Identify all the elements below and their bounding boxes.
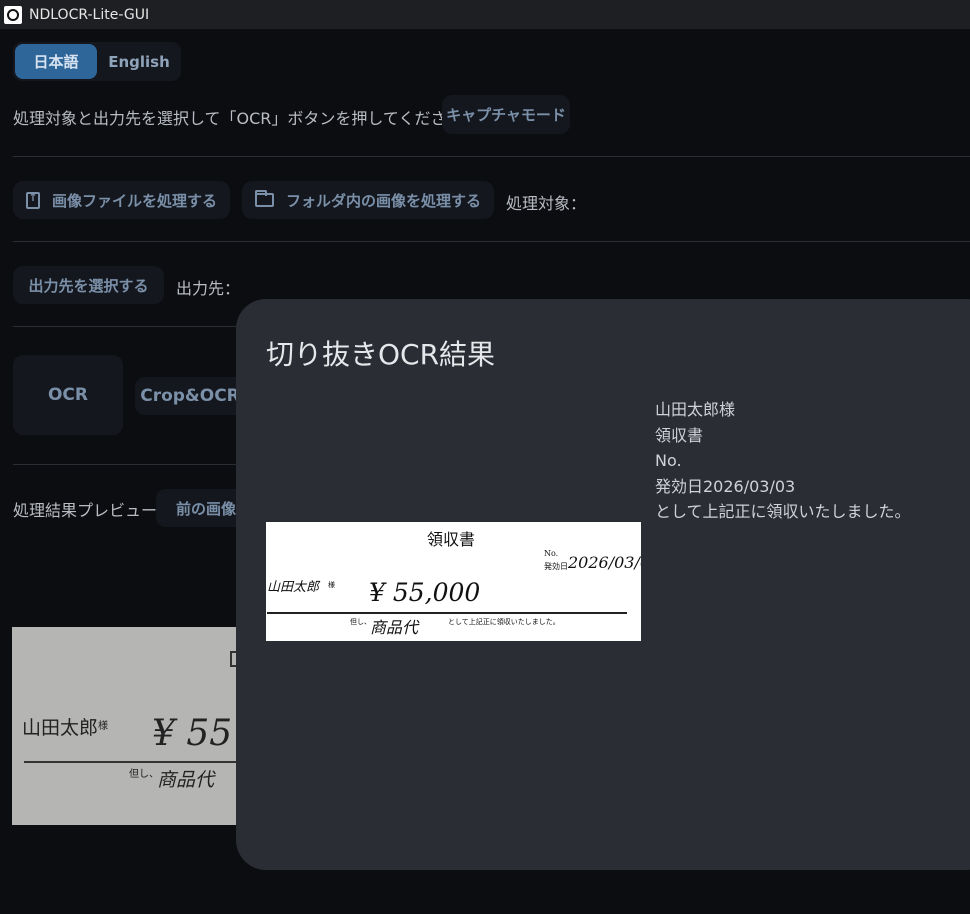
lang-english-button[interactable]: English [99,44,179,79]
app-logo-icon [4,5,22,24]
receipt-sama: 様 [328,581,335,589]
divider [13,156,970,157]
folder-icon [254,190,274,207]
preview-underline [24,761,244,763]
window-title: NDLOCR-Lite-GUI [29,6,150,23]
preview-amount: ¥ 55 [152,713,233,754]
receipt-item: 商品代 [370,618,419,637]
select-output-button[interactable]: 出力先を選択する [13,266,164,304]
preview-tadashi: 但し、 [129,769,159,780]
receipt-date: 2026/03/03 [568,553,641,572]
process-image-file-label: 画像ファイルを処理する [51,191,217,210]
receipt-underline [267,612,627,614]
result-line: 発効日2026/03/03 [655,476,796,496]
preview-label: 処理結果プレビュー [13,501,158,520]
process-folder-label: フォルダ内の画像を処理する [285,191,481,210]
language-toggle: 日本語 English [13,42,181,81]
ocr-button[interactable]: OCR [13,355,123,435]
preview-name: 山田太郎 [22,717,99,739]
receipt-amount: ¥ 55,000 [369,578,481,607]
crop-ocr-button[interactable]: Crop&OCR [135,377,245,415]
receipt-no: No. [544,549,559,558]
output-label: 出力先： [176,279,241,298]
capture-mode-button[interactable]: キャプチャモード [442,95,570,134]
instruction-text: 処理対象と出力先を選択して「OCR」ボタンを押してください [13,109,463,128]
receipt-tadashi: 但し、 [350,618,371,626]
preview-sama: 様 [98,721,108,732]
window-titlebar: NDLOCR-Lite-GUI [0,0,970,29]
cropped-receipt-image: 領収書 No. 発効日 2026/03/03 山田太郎 様 ¥ 55,000 但… [266,522,641,641]
receipt-title: 領収書 [427,530,476,549]
process-image-file-button[interactable]: 画像ファイルを処理する [13,181,230,219]
dialog-title: 切り抜きOCR結果 [266,338,496,371]
process-folder-button[interactable]: フォルダ内の画像を処理する [242,181,494,219]
result-line: 山田太郎様 [655,400,736,419]
result-line: として上記正に領収いたしました。 [655,502,911,521]
file-upload-icon [25,191,40,209]
lang-japanese-button[interactable]: 日本語 [15,44,97,79]
receipt-footer: として上記正に領収いたしました。 [448,618,560,626]
divider [13,241,970,242]
crop-ocr-result-dialog: 切り抜きOCR結果 領収書 No. 発効日 2026/03/03 山田太郎 様 … [236,299,970,870]
ocr-result-text: 山田太郎様 領収書 No. 発効日2026/03/03 として上記正に領収いたし… [655,397,911,525]
receipt-name: 山田太郎 [267,580,320,595]
target-label: 処理対象： [506,194,587,213]
result-line: 領収書 [655,425,704,445]
receipt-issue-label: 発効日 [544,562,568,571]
preview-image: 山田太郎 様 ¥ 55 但し、 商品代 [12,627,244,825]
preview-item: 商品代 [157,769,215,791]
result-line: No. [655,451,682,470]
